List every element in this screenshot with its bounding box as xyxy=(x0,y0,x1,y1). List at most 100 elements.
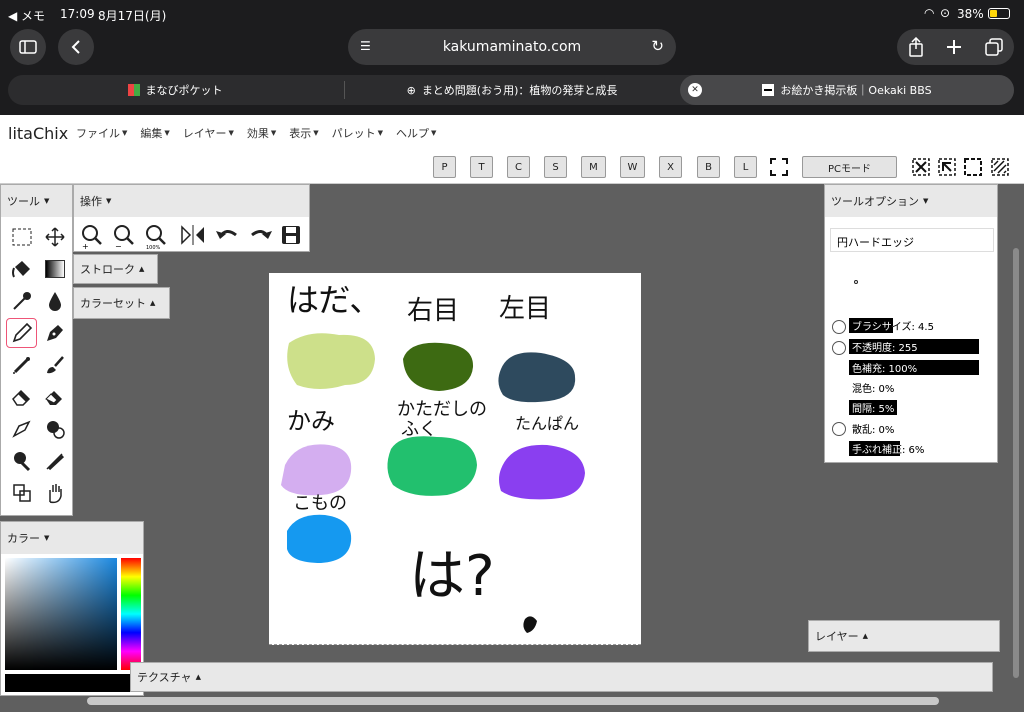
flip-horizontal-icon[interactable] xyxy=(181,225,204,245)
scatter-pressure-toggle[interactable] xyxy=(832,422,846,436)
deselect-icon[interactable] xyxy=(911,157,931,177)
pencil-icon[interactable] xyxy=(6,318,37,348)
opacity-slider[interactable]: 不透明度: 255 xyxy=(849,339,979,354)
shortcut-t-button[interactable]: T xyxy=(470,156,493,178)
shortcut-b-button[interactable]: B xyxy=(697,156,720,178)
select-move-icon[interactable] xyxy=(937,157,957,177)
save-icon[interactable] xyxy=(282,226,300,244)
brush-name-field[interactable]: 円ハードエッジ xyxy=(830,228,994,252)
invert-selection-icon[interactable] xyxy=(990,157,1010,177)
back-button[interactable] xyxy=(58,29,94,65)
soft-eraser-icon[interactable] xyxy=(38,381,71,413)
tab-oekaki[interactable]: ✕ お絵かき掲示板｜Oekaki BBS xyxy=(680,75,1014,105)
brush-icon[interactable] xyxy=(38,349,71,381)
vertical-scrollbar[interactable] xyxy=(1013,248,1019,678)
shortcut-c-button[interactable]: C xyxy=(507,156,530,178)
label-katadashi-1: かただしの xyxy=(397,399,487,420)
brush-size-slider[interactable]: ブラシサイズ: 4.5 xyxy=(849,318,979,333)
pen-nib-icon[interactable] xyxy=(38,317,71,349)
tab-matome[interactable]: ⊕ まとめ問題(おう用)：植物の発芽と成長 xyxy=(345,75,679,105)
menu-view[interactable]: 表示 ▼ xyxy=(289,125,318,141)
mix-slider[interactable]: 混色: 0% xyxy=(849,380,979,395)
tabs-overview-icon[interactable] xyxy=(984,37,1004,57)
redo-icon[interactable] xyxy=(251,230,272,239)
tab-bar: まなびポケット ⊕ まとめ問題(おう用)：植物の発芽と成長 ✕ お絵かき掲示板｜… xyxy=(8,75,1014,105)
menu-edit[interactable]: 編集 ▼ xyxy=(140,125,169,141)
hue-slider[interactable] xyxy=(121,558,141,670)
ops-panel-header[interactable]: 操作 ▼ xyxy=(74,185,309,217)
sidebar-icon xyxy=(19,40,37,54)
tools-panel-header[interactable]: ツール ▼ xyxy=(1,185,72,217)
drawing-canvas[interactable]: はだ、 右目 左目 かみ かただしの ふく たんぱん こもの は? xyxy=(269,273,641,645)
blur-icon[interactable] xyxy=(38,413,71,445)
canvas-drawing: はだ、 右目 左目 かみ かただしの ふく たんぱん こもの は? xyxy=(281,281,585,633)
shortcut-l-button[interactable]: L xyxy=(734,156,757,178)
wifi-icon: ◠ xyxy=(924,6,935,20)
dodge-icon[interactable] xyxy=(5,445,38,477)
spacing-slider[interactable]: 間隔: 5% xyxy=(849,400,979,415)
layer-panel-header[interactable]: レイヤー ▲ xyxy=(808,620,1000,652)
tool-options-panel: ツールオプション ▼ 円ハードエッジ ブラシサイズ: 4.5 不透明度: 255 … xyxy=(824,184,998,463)
airbrush-icon[interactable] xyxy=(5,349,38,381)
back-to-app[interactable]: ◀ メモ xyxy=(8,7,45,24)
gradient-icon[interactable] xyxy=(38,253,71,285)
reader-icon[interactable]: ☰ xyxy=(360,39,371,53)
reload-icon[interactable]: ↻ xyxy=(651,37,664,55)
zoom-in-icon[interactable]: + xyxy=(82,225,102,249)
rect-select-icon[interactable] xyxy=(5,221,38,253)
browser-actions xyxy=(897,29,1014,65)
tab-manabi[interactable]: まなびポケット xyxy=(8,75,342,105)
water-drop-icon[interactable] xyxy=(38,285,71,317)
hand-icon[interactable] xyxy=(38,477,71,509)
move-icon[interactable] xyxy=(38,221,71,253)
colorset-panel-header[interactable]: カラーセット ▲ xyxy=(73,287,170,319)
manabi-favicon-icon xyxy=(127,84,140,96)
svg-text:−: − xyxy=(115,242,122,249)
accessory-swatch xyxy=(287,514,352,563)
share-icon[interactable] xyxy=(908,37,924,57)
stabilizer-slider[interactable]: 手ぶれ補正: 6% xyxy=(849,441,979,456)
color-fill-slider[interactable]: 色補充: 100% xyxy=(849,360,979,375)
label-shorts: たんぱん xyxy=(515,414,579,433)
saturation-value-picker[interactable] xyxy=(5,558,117,670)
select-all-icon[interactable] xyxy=(963,157,983,177)
close-tab-icon[interactable]: ✕ xyxy=(688,83,702,97)
pc-mode-button[interactable]: PCモード xyxy=(802,156,897,178)
shortcut-p-button[interactable]: P xyxy=(433,156,456,178)
menu-effect[interactable]: 効果 ▼ xyxy=(247,125,276,141)
tool-options-header[interactable]: ツールオプション ▼ xyxy=(825,185,997,217)
menu-file[interactable]: ファイル ▼ xyxy=(76,125,127,141)
layer-move-icon[interactable] xyxy=(5,477,38,509)
menu-layer[interactable]: レイヤー ▼ xyxy=(183,125,234,141)
horizontal-scrollbar[interactable] xyxy=(87,697,939,705)
eraser-icon[interactable] xyxy=(5,381,38,413)
line-brush-icon[interactable] xyxy=(38,445,71,477)
menu-help[interactable]: ヘルプ ▼ xyxy=(396,125,436,141)
scatter-slider[interactable]: 散乱: 0% xyxy=(849,421,979,436)
undo-icon[interactable] xyxy=(216,230,237,239)
url-text: kakumaminato.com xyxy=(442,39,582,55)
fullscreen-icon[interactable] xyxy=(769,157,789,177)
address-bar[interactable]: ☰ kakumaminato.com ↻ xyxy=(348,29,676,65)
brush-size-pressure-toggle[interactable] xyxy=(832,320,846,334)
shortcut-x-button[interactable]: X xyxy=(659,156,682,178)
shortcut-s-button[interactable]: S xyxy=(544,156,567,178)
opacity-pressure-toggle[interactable] xyxy=(832,341,846,355)
texture-panel-header[interactable]: テクスチャ ▲ xyxy=(130,662,993,692)
shortcut-m-button[interactable]: M xyxy=(581,156,606,178)
zoom-out-icon[interactable]: − xyxy=(114,225,134,249)
zoom-100-icon[interactable]: 100% xyxy=(146,225,166,249)
browser-chrome: ◀ メモ 17:09 8月17日(月) ◠ ⊙ 38% ☰ kakumamina… xyxy=(0,0,1024,115)
skin-swatch xyxy=(287,333,375,389)
bucket-icon[interactable] xyxy=(5,253,38,285)
eyedropper-icon[interactable] xyxy=(5,285,38,317)
hair-swatch xyxy=(281,444,352,496)
menu-palette[interactable]: パレット ▼ xyxy=(332,125,383,141)
smudge-finger-icon[interactable] xyxy=(5,413,38,445)
color-panel-header[interactable]: カラー ▼ xyxy=(1,522,143,554)
stroke-panel-header[interactable]: ストローク ▲ xyxy=(73,254,158,284)
sidebar-toggle-button[interactable] xyxy=(10,29,46,65)
new-tab-icon[interactable] xyxy=(945,38,963,56)
shortcut-w-button[interactable]: W xyxy=(620,156,645,178)
tab-label: まとめ問題(おう用)：植物の発芽と成長 xyxy=(421,84,618,97)
